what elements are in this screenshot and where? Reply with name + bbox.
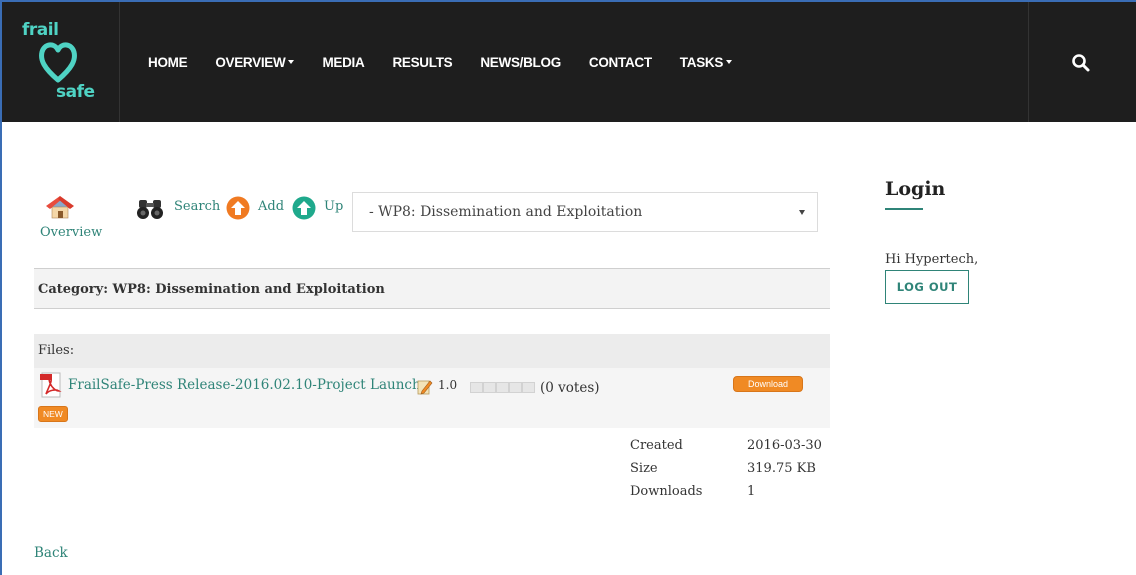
star-icon[interactable] <box>509 382 522 393</box>
star-rating[interactable] <box>470 382 535 393</box>
search-icon[interactable] <box>1070 52 1092 74</box>
add-icon[interactable] <box>226 196 250 220</box>
download-button[interactable]: Download <box>733 376 803 392</box>
up-icon[interactable] <box>292 196 316 220</box>
login-title-underline <box>885 208 923 210</box>
chevron-down-icon <box>799 210 805 215</box>
file-name-link[interactable]: FrailSafe-Press Release-2016.02.10-Proje… <box>68 377 421 393</box>
pdf-file-icon <box>40 372 62 398</box>
category-select[interactable]: - WP8: Dissemination and Exploitation <box>352 192 818 232</box>
main-menu: HOME OVERVIEW MEDIA RESULTS NEWS/BLOG CO… <box>148 2 760 122</box>
file-version: 1.0 <box>438 378 458 392</box>
overview-house-icon[interactable] <box>44 196 76 220</box>
nav-item-media[interactable]: MEDIA <box>322 55 364 70</box>
files-heading: Files: <box>34 334 830 368</box>
nav-divider <box>1028 2 1029 122</box>
caret-down-icon <box>726 60 733 64</box>
star-icon[interactable] <box>470 382 483 393</box>
nav-item-home[interactable]: HOME <box>148 55 188 70</box>
nav-item-news-blog[interactable]: NEWS/BLOG <box>480 55 561 70</box>
caret-down-icon <box>288 60 295 64</box>
nav-item-overview[interactable]: OVERVIEW <box>215 55 295 70</box>
category-select-value: - WP8: Dissemination and Exploitation <box>369 204 643 220</box>
logo-text-top: frail <box>22 20 59 40</box>
downloads-label: Downloads <box>630 484 703 499</box>
binoculars-icon[interactable] <box>136 196 164 220</box>
search-link[interactable]: Search <box>174 199 220 214</box>
heart-logo-icon <box>39 42 77 83</box>
top-navbar: frail safe HOME OVERVIEW MEDIA RESULTS N… <box>2 2 1136 122</box>
greeting-text: Hi Hypertech, <box>885 252 979 267</box>
file-details-values: 2016-03-30 319.75 KB 1 <box>747 434 827 503</box>
nav-item-contact[interactable]: CONTACT <box>589 55 652 70</box>
edit-pencil-icon[interactable] <box>417 379 433 395</box>
overview-link[interactable]: Overview <box>40 225 102 240</box>
nav-item-results[interactable]: RESULTS <box>392 55 452 70</box>
new-badge: NEW <box>38 406 68 422</box>
up-link[interactable]: Up <box>324 199 343 214</box>
size-value: 319.75 KB <box>747 461 816 476</box>
category-heading: Category: WP8: Dissemination and Exploit… <box>34 268 830 309</box>
add-link[interactable]: Add <box>258 199 284 214</box>
vote-count: (0 votes) <box>540 380 600 396</box>
file-details-labels: Created Size Downloads <box>630 434 702 503</box>
site-logo[interactable]: frail safe <box>2 2 120 122</box>
star-icon[interactable] <box>522 382 535 393</box>
created-value: 2016-03-30 <box>747 438 822 453</box>
star-icon[interactable] <box>483 382 496 393</box>
created-label: Created <box>630 438 683 453</box>
downloads-value: 1 <box>747 484 756 499</box>
back-link[interactable]: Back <box>34 545 68 561</box>
login-title: Login <box>885 178 946 200</box>
star-icon[interactable] <box>496 382 509 393</box>
nav-item-tasks[interactable]: TASKS <box>680 55 733 70</box>
logo-text-bottom: safe <box>56 82 95 102</box>
file-list-item: FrailSafe-Press Release-2016.02.10-Proje… <box>34 368 830 428</box>
size-label: Size <box>630 461 658 476</box>
logout-button[interactable]: LOG OUT <box>885 270 969 304</box>
